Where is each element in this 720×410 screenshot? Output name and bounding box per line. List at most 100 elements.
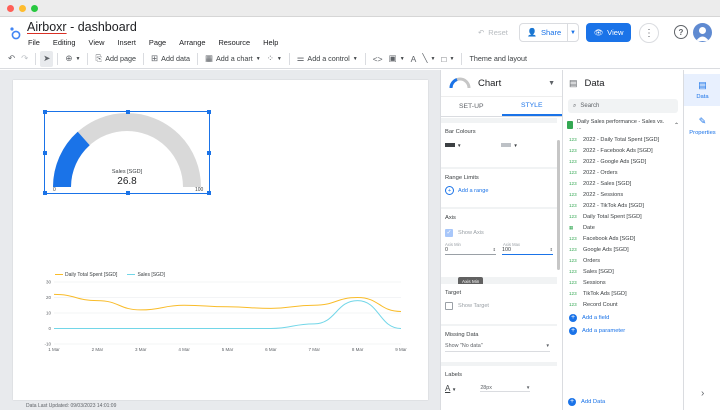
redo-button[interactable]: ↷ (18, 51, 31, 67)
axis-section: Axis ✓ Show Axis Axis Min Axis Max 0 ⇕ 10… (441, 209, 557, 277)
resize-handle[interactable] (43, 151, 47, 155)
field-item[interactable]: 123 Sessions (569, 277, 683, 288)
field-item[interactable]: ▦ Date (569, 222, 683, 233)
menu-insert[interactable]: Insert (117, 38, 135, 47)
resize-handle[interactable] (126, 191, 130, 195)
rectangle-shape-icon: □ (441, 53, 447, 64)
insert-text-button[interactable]: A (408, 51, 420, 67)
add-data-button[interactable]: ⊞ Add data (148, 51, 193, 67)
maximize-window-button[interactable] (31, 5, 38, 12)
time-series-chart[interactable]: 30 20 10 0 -101 Mar 2 Mar 3 Mar 4 Mar 5 Mar 6 Mar… (36, 260, 408, 355)
panel-scrollbar[interactable] (557, 140, 560, 270)
number-type-icon: 123 (569, 214, 577, 219)
resize-handle[interactable] (207, 151, 211, 155)
field-item[interactable]: 123 2022 - Orders (569, 167, 683, 178)
field-item[interactable]: 123 Record Count (569, 299, 683, 310)
collapse-chevron-icon[interactable]: ▼ (548, 80, 555, 87)
field-name: Orders (583, 257, 601, 264)
resize-handle[interactable] (43, 191, 47, 195)
more-options-icon[interactable]: ⋮ (639, 23, 659, 43)
resize-handle[interactable] (207, 191, 211, 195)
view-label: View (607, 28, 624, 37)
add-chart-button[interactable]: ▦ Add a chart ▼ (202, 51, 264, 67)
number-type-icon: 123 (569, 302, 577, 307)
field-item[interactable]: 123 2022 - Google Ads [SGD] (569, 156, 683, 167)
menu-help[interactable]: Help (263, 38, 278, 47)
report-title[interactable]: Airboxr - dashboard (27, 20, 137, 34)
field-name: TikTok Ads [SGD] (583, 290, 627, 297)
field-item[interactable]: 123 2022 - Sales [SGD] (569, 178, 683, 189)
resize-handle[interactable] (207, 110, 211, 114)
expand-chevron-icon[interactable]: › (701, 388, 704, 399)
menu-file[interactable]: File (28, 38, 40, 47)
expand-icon[interactable]: ⌃ (674, 122, 679, 129)
data-source-item[interactable]: Daily Sales performance - Sales vs. ... … (567, 119, 679, 131)
number-type-icon: 123 (569, 170, 577, 175)
field-item[interactable]: 123 2022 - TikTok Ads [SGD] (569, 200, 683, 211)
field-item[interactable]: 123 Sales [SGD] (569, 266, 683, 277)
show-axis-checkbox[interactable]: ✓ (445, 229, 453, 237)
add-control-button[interactable]: ⚌ Add a control ▼ (294, 51, 361, 67)
number-type-icon: 123 (569, 236, 577, 241)
search-input[interactable]: ⌕ Search (568, 99, 678, 113)
insert-image-button[interactable]: ▣ ▼ (386, 51, 408, 67)
menu-resource[interactable]: Resource (218, 38, 250, 47)
community-viz-button[interactable]: ⁘ ▼ (264, 51, 285, 67)
rail-properties-button[interactable]: ✎ Properties (684, 110, 720, 142)
bar-colour-picker[interactable]: ▼ (445, 142, 461, 149)
minimize-window-button[interactable] (19, 5, 26, 12)
share-button[interactable]: 👤 Share ▼ (519, 23, 579, 42)
show-target-checkbox[interactable] (445, 302, 453, 310)
tab-setup[interactable]: SET-UP (441, 97, 502, 116)
missing-data-select[interactable]: Show "No data" ▼ (445, 343, 550, 352)
field-item[interactable]: 123 2022 - Facebook Ads [SGD] (569, 145, 683, 156)
field-item[interactable]: 123 2022 - Sessions (569, 189, 683, 200)
close-window-button[interactable] (7, 5, 14, 12)
undo-button[interactable]: ↶ (5, 51, 18, 67)
insert-shape-button[interactable]: □ ▼ (438, 51, 457, 67)
eye-icon: 👁 (593, 28, 604, 37)
axis-min-input[interactable]: 0 ⇕ (445, 247, 496, 255)
bar-secondary-colour-picker[interactable]: ▼ (501, 142, 518, 149)
add-data-button[interactable]: + Add Data (568, 398, 605, 406)
menu-editing[interactable]: Editing (53, 38, 76, 47)
help-icon[interactable]: ? (674, 25, 688, 39)
zoom-button[interactable]: ⊕ ▼ (62, 51, 83, 67)
report-page[interactable]: Sales [SGD] 26.8 0 100 Daily Total Spent… (13, 80, 428, 409)
looker-studio-logo-icon (10, 27, 21, 40)
view-button[interactable]: 👁 View (586, 23, 631, 42)
gauge-chart[interactable]: Sales [SGD] 26.8 0 100 (43, 110, 211, 195)
tab-style[interactable]: STYLE (501, 97, 562, 116)
reset-button[interactable]: ↶ Reset (471, 24, 515, 41)
rail-data-button[interactable]: ▤ Data (684, 74, 720, 106)
resize-handle[interactable] (126, 110, 130, 114)
gauge-value: 26.8 (117, 176, 137, 187)
insert-line-button[interactable]: ╲ ▼ (419, 51, 438, 67)
menu-page[interactable]: Page (149, 38, 166, 47)
field-item[interactable]: 123 Facebook Ads [SGD] (569, 233, 683, 244)
field-item[interactable]: 123 Daily Total Spent [SGD] (569, 211, 683, 222)
gauge-min-label: 0 (53, 187, 56, 193)
bar-colours-section: Bar Colours ▼ ▼ (441, 123, 557, 167)
field-item[interactable]: 123 Orders (569, 255, 683, 266)
field-item[interactable]: 123 TikTok Ads [SGD] (569, 288, 683, 299)
add-range-button[interactable]: + Add a range (445, 186, 553, 195)
menu-arrange[interactable]: Arrange (179, 38, 205, 47)
add-page-button[interactable]: ⎘ Add page (92, 51, 139, 67)
gauge-chart-type-icon (449, 77, 471, 89)
share-dropdown-chevron-icon[interactable]: ▼ (568, 30, 578, 36)
label-font-size-select[interactable]: 28px ▼ (480, 385, 531, 392)
add-field-button[interactable]: + Add a field (569, 312, 683, 324)
add-parameter-button[interactable]: + Add a parameter (569, 325, 683, 337)
resize-handle[interactable] (43, 110, 47, 114)
field-item[interactable]: 123 Google Ads [SGD] (569, 244, 683, 255)
menu-view[interactable]: View (89, 38, 105, 47)
field-item[interactable]: 123 2022 - Daily Total Spent [SGD] (569, 134, 683, 145)
add-icon: + (568, 398, 576, 406)
label-font-colour-picker[interactable]: A ▼ (445, 384, 456, 393)
avatar[interactable] (693, 23, 712, 42)
select-tool-button[interactable]: ➤ (40, 50, 54, 67)
theme-layout-button[interactable]: Theme and layout (466, 51, 530, 67)
axis-max-input[interactable]: 100 ⇕ (502, 247, 553, 255)
embed-url-button[interactable]: <> (370, 51, 386, 67)
